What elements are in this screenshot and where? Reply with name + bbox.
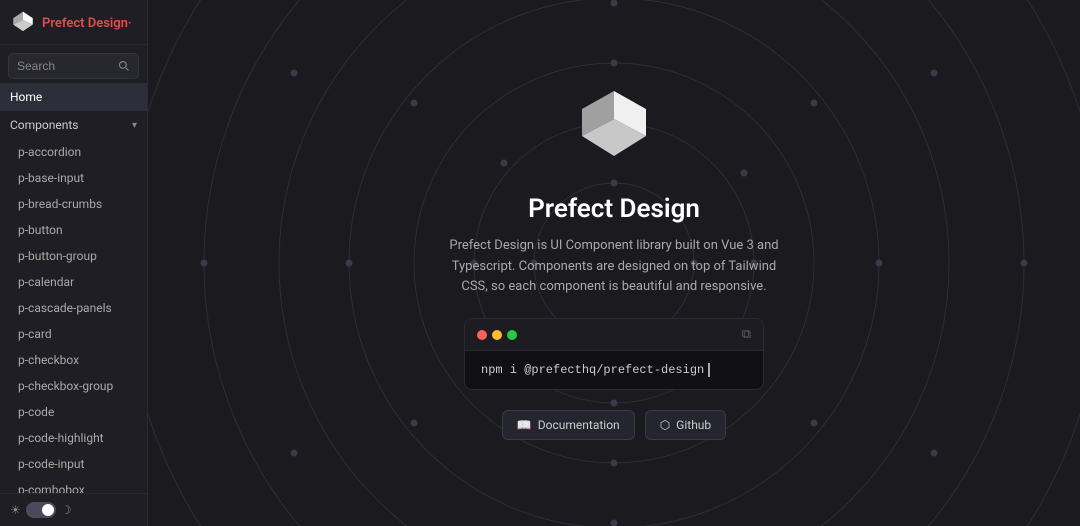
sidebar-item-p-accordion[interactable]: p-accordion (0, 139, 147, 165)
sidebar-section-components[interactable]: Components ▾ (0, 111, 147, 139)
sidebar-nav: Home Components ▾ p-accordion p-base-inp… (0, 83, 147, 493)
main-content: Prefect Design Prefect Design is UI Comp… (148, 0, 1080, 526)
prefect-logo-icon (10, 10, 36, 36)
chevron-down-icon: ▾ (132, 120, 137, 131)
sidebar-item-p-bread-crumbs[interactable]: p-bread-crumbs (0, 191, 147, 217)
sidebar-item-p-checkbox[interactable]: p-checkbox (0, 347, 147, 373)
sidebar-item-p-calendar[interactable]: p-calendar (0, 269, 147, 295)
sidebar-header: Prefect Design· (0, 0, 147, 45)
sidebar-item-p-code-highlight[interactable]: p-code-highlight (0, 425, 147, 451)
sidebar-item-p-card[interactable]: p-card (0, 321, 147, 347)
sidebar-item-p-code-input[interactable]: p-code-input (0, 451, 147, 477)
github-label: Github (676, 418, 711, 432)
sidebar-footer: ☀ ☽ (0, 493, 147, 526)
code-block-header: ⧉ (465, 319, 763, 351)
traffic-lights (477, 330, 517, 340)
hero-description: Prefect Design is UI Component library b… (444, 236, 784, 298)
sidebar-item-p-combobox[interactable]: p-combobox (0, 477, 147, 493)
sidebar-item-p-button-group[interactable]: p-button-group (0, 243, 147, 269)
toggle-thumb (42, 504, 54, 516)
sidebar-item-p-checkbox-group[interactable]: p-checkbox-group (0, 373, 147, 399)
code-text: npm i @prefecthq/prefect-design (481, 363, 704, 377)
search-icon (118, 60, 130, 72)
search-box[interactable] (8, 53, 139, 79)
hero-content: Prefect Design Prefect Design is UI Comp… (444, 86, 784, 440)
sidebar: Prefect Design· Home Components ▾ p-acco… (0, 0, 148, 526)
sidebar-item-home[interactable]: Home (0, 83, 147, 111)
sidebar-item-p-button[interactable]: p-button (0, 217, 147, 243)
dark-mode-toggle[interactable] (26, 502, 56, 518)
code-block-body: npm i @prefecthq/prefect-design (465, 351, 763, 389)
search-input[interactable] (17, 59, 112, 73)
sidebar-item-p-cascade-panels[interactable]: p-cascade-panels (0, 295, 147, 321)
sun-icon: ☀ (10, 503, 21, 517)
documentation-button[interactable]: 📖 Documentation (502, 410, 635, 440)
github-button[interactable]: ⬡ Github (645, 410, 726, 440)
hero-title: Prefect Design (528, 194, 700, 224)
action-buttons: 📖 Documentation ⬡ Github (502, 410, 726, 440)
documentation-label: Documentation (538, 418, 620, 432)
hero-logo-icon (574, 86, 654, 176)
traffic-light-yellow (492, 330, 502, 340)
traffic-light-green (507, 330, 517, 340)
moon-icon: ☽ (61, 503, 72, 517)
github-icon: ⬡ (660, 418, 670, 432)
book-icon: 📖 (517, 418, 532, 432)
sidebar-title: Prefect Design· (42, 16, 132, 31)
sidebar-item-p-base-input[interactable]: p-base-input (0, 165, 147, 191)
traffic-light-red (477, 330, 487, 340)
cursor-bar (708, 363, 710, 377)
copy-icon[interactable]: ⧉ (742, 327, 751, 342)
sidebar-item-p-code[interactable]: p-code (0, 399, 147, 425)
theme-toggle[interactable]: ☀ ☽ (10, 502, 72, 518)
code-block: ⧉ npm i @prefecthq/prefect-design (464, 318, 764, 390)
